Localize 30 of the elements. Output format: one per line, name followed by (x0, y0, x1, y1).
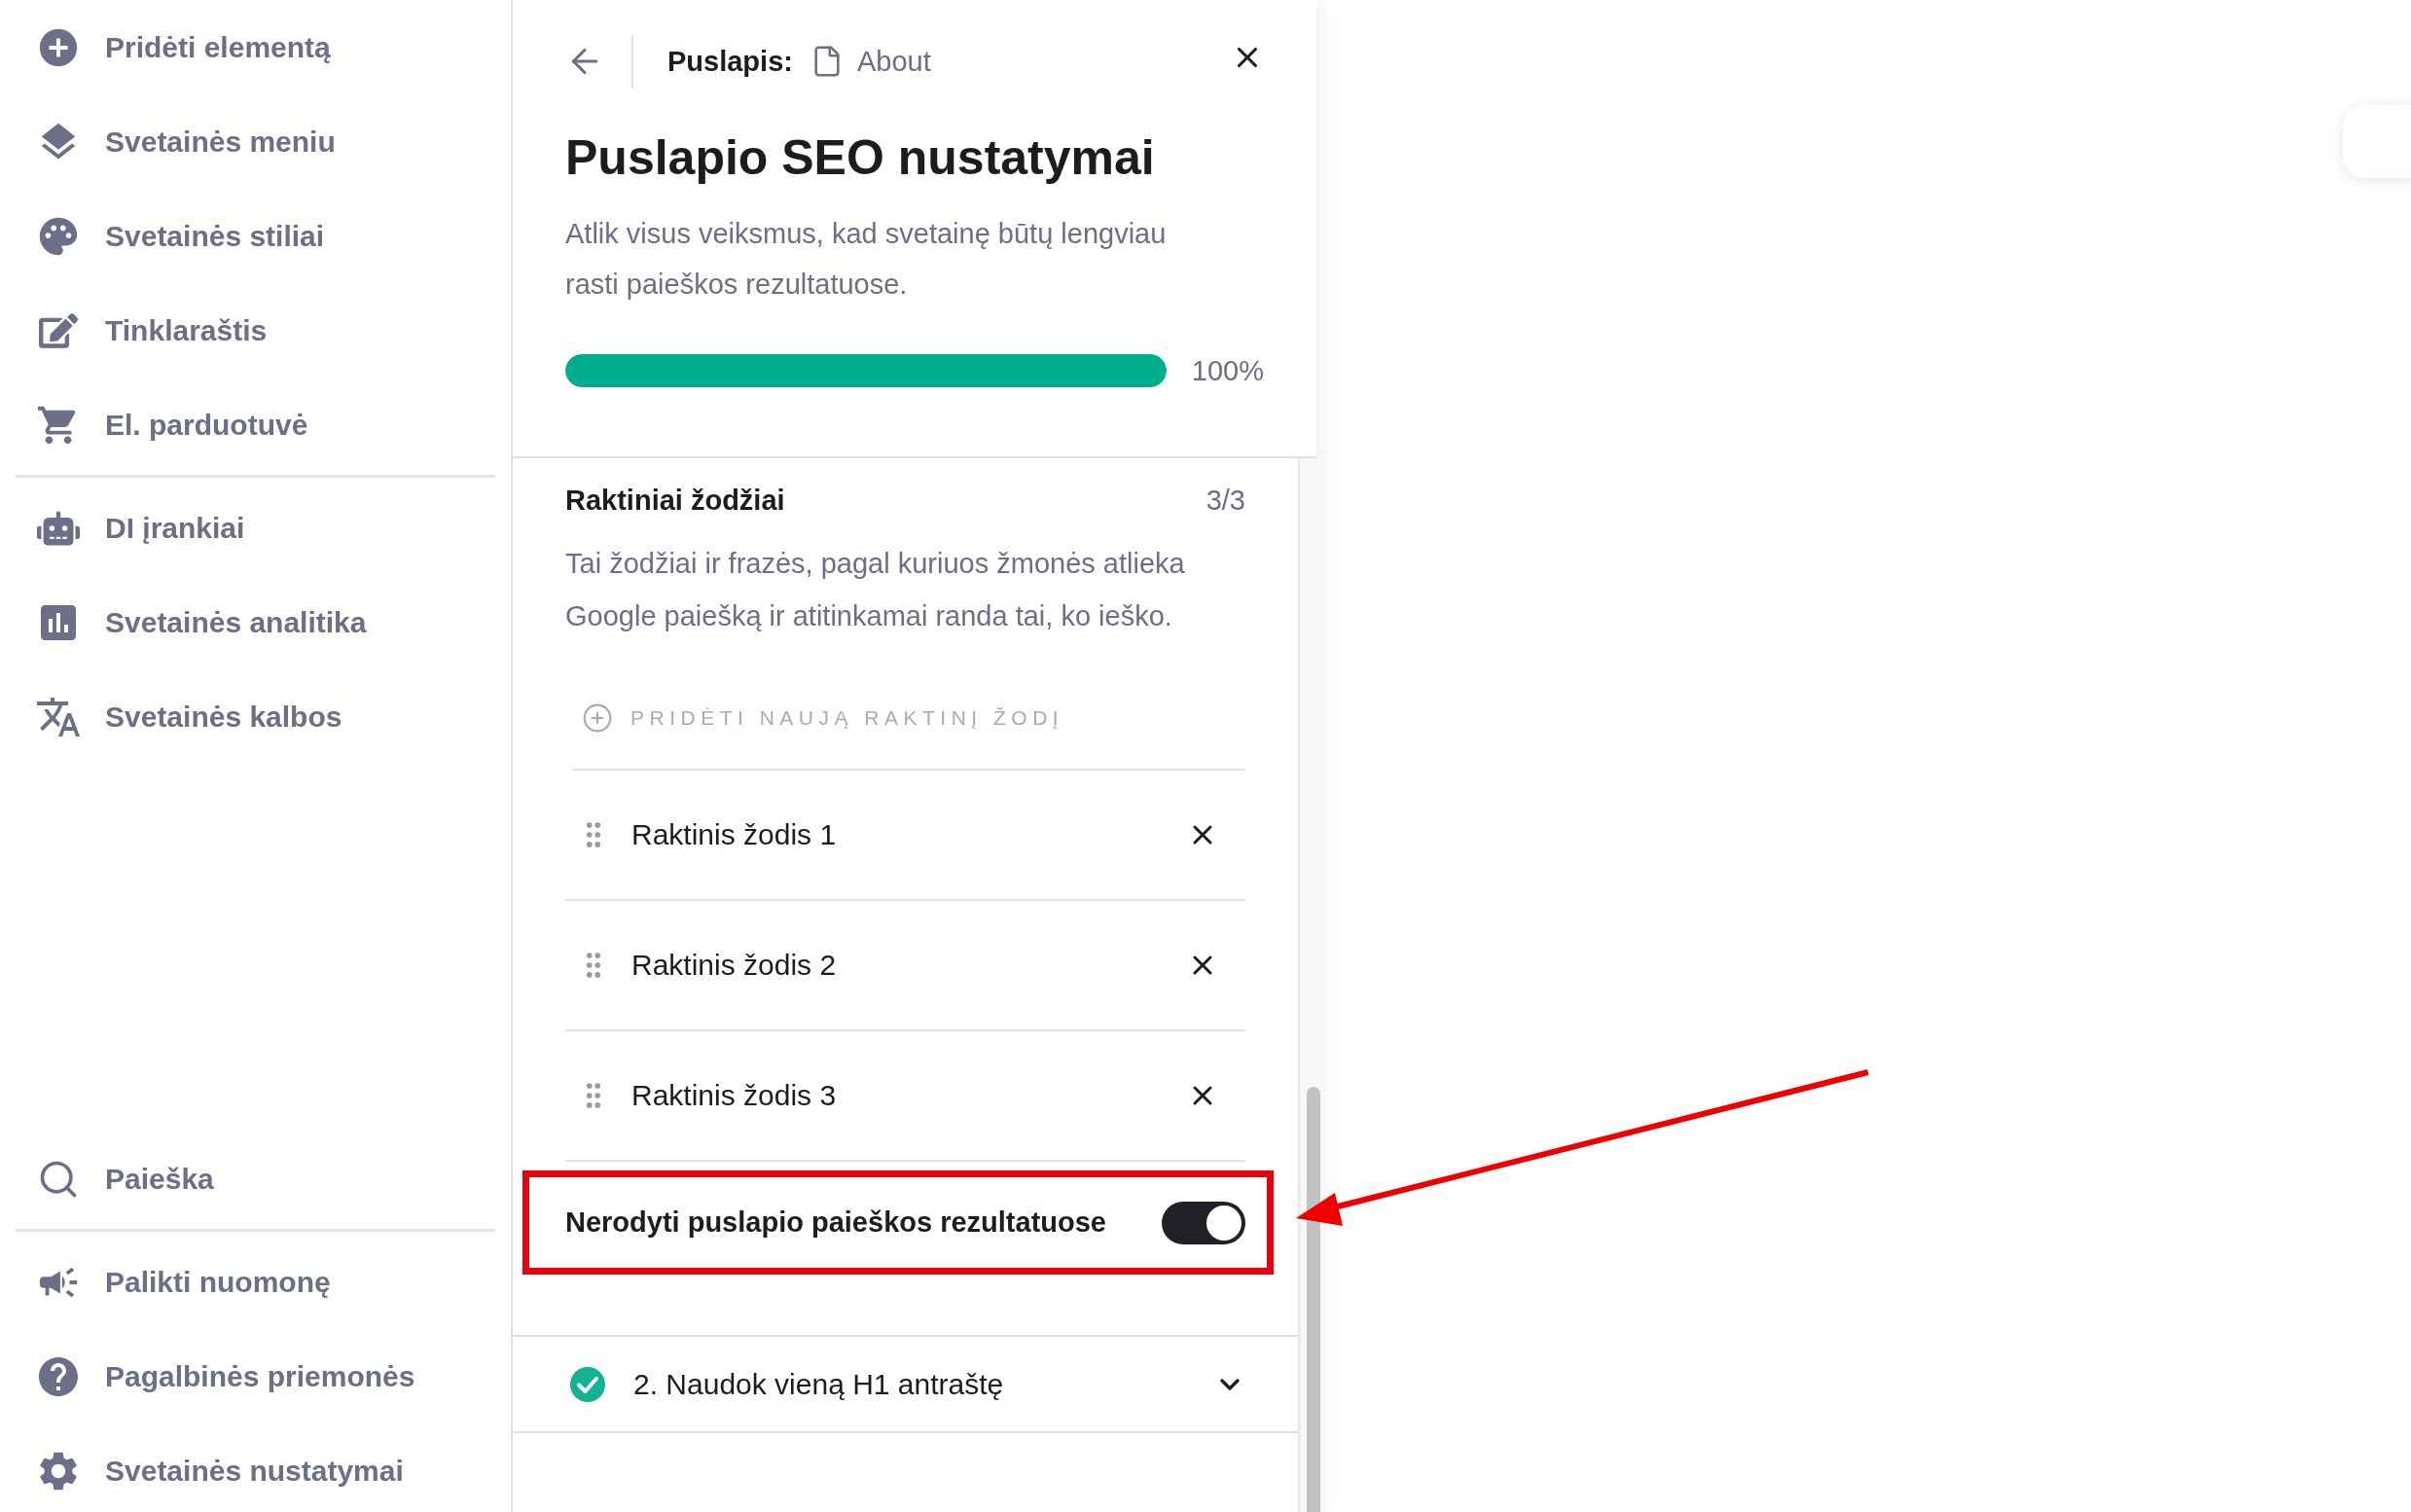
panel-title: Puslapio SEO nustatymai (565, 129, 1156, 187)
checklist-label: 2. Naudok vieną H1 antraštę (633, 1367, 1005, 1401)
section-description: Tai žodžiai ir frazės, pagal kuriuos žmonės atlieka Google paiešką ir atitinkamai randa tai, ko ieško. (565, 547, 1186, 633)
sidebar-item[interactable]: DI įrankiai (16, 481, 495, 575)
section-title: Raktiniai žodžiai (565, 484, 785, 518)
sidebar-item[interactable]: Paieška (16, 1132, 495, 1226)
sidebar-item[interactable]: Svetainės kalbos (16, 669, 495, 764)
progress-reading: 100% (1191, 354, 1264, 387)
plus-circle-icon (582, 702, 613, 734)
breadcrumb-label: Puslapis: (667, 45, 793, 78)
keyword-count: 3/3 (1206, 484, 1245, 517)
keyword-text: Raktinis žodis 1 (631, 818, 838, 851)
sidebar-item[interactable]: Pagalbinės priemonės (16, 1329, 495, 1423)
checklist-item[interactable]: 2. Naudok vieną H1 antraštę (513, 1335, 1298, 1433)
sidebar-item[interactable]: Pridėti elementą (16, 0, 495, 94)
keyword-text: Raktinis žodis 3 (631, 1079, 838, 1112)
edit-icon (39, 310, 78, 350)
sidebar-item[interactable]: Svetainės meniu (16, 94, 495, 189)
page-name: About (856, 45, 931, 78)
sidebar-item[interactable]: El. parduotuvė (16, 378, 495, 472)
toggle-label: Nerodyti puslapio paieškos rezultatuose (565, 1206, 1106, 1239)
toggle-switch[interactable] (1162, 1201, 1245, 1244)
sidebar-item[interactable]: Tinklaraštis (16, 283, 495, 378)
sidebar-item[interactable]: Svetainės stiliai (16, 189, 495, 283)
sidebar-item[interactable]: Svetainės analitika (16, 575, 495, 669)
scrollbar-thumb[interactable] (1306, 1087, 1320, 1512)
sidebar-item[interactable]: Palikti nuomonę (16, 1235, 495, 1329)
keyword-text: Raktinis žodis 2 (631, 949, 838, 982)
sidebar-item[interactable]: Svetainės nustatymai (16, 1423, 495, 1512)
panel-description: Atlik visus veiksmus, kad svetainę būtų lengviau rasti paieškos rezultatuose. (565, 217, 1168, 302)
